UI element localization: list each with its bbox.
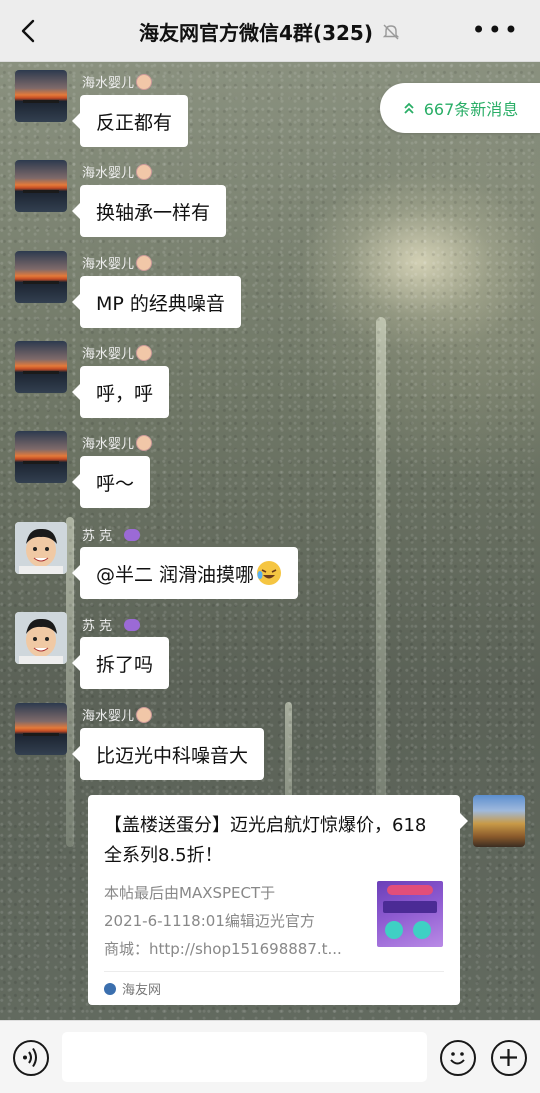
emoji-button[interactable] [440,1040,476,1076]
more-functions-button[interactable] [491,1040,527,1076]
smiley-icon [450,1052,465,1065]
avatar[interactable] [15,703,67,755]
sender-name: 海水婴儿 [82,437,135,452]
link-card-source: 海友网 [122,983,162,998]
baby-face-icon [136,344,153,361]
message-bubble[interactable]: MP 的经典噪音 [72,276,241,328]
more-options-button[interactable]: ••• [472,18,520,42]
plus-icon [500,1049,517,1066]
link-card-desc-line: 本帖最后由MAXSPECT于 [104,884,276,902]
baby-face-icon [136,254,153,271]
message-input[interactable] [62,1032,427,1082]
baby-face-icon [136,163,153,180]
new-messages-button[interactable]: 667条新消息 [380,83,540,133]
message-bubble[interactable]: 呼，呼 [71,366,170,418]
input-bar [0,1020,540,1093]
sender-name: 海水婴儿 [82,709,135,724]
new-messages-label: 667条新消息 [423,100,519,119]
alien-monster-icon [124,528,141,541]
divider [104,971,444,972]
message-bubble[interactable]: @半二 润滑油摸哪 [71,547,299,599]
link-card-desc-line: 商城：http://shop151698887.t... [104,940,342,958]
avatar[interactable] [15,522,67,574]
alien-monster-icon [124,618,141,631]
sender-name: 海水婴儿 [82,257,135,272]
avatar[interactable] [15,160,67,212]
mute-bell-icon [382,24,400,39]
link-card-desc-line: 2021-6-1118:01编辑迈光官方 [104,912,315,930]
link-card[interactable]: 【盖楼送蛋分】迈光启航灯惊爆价，618全系列8.5折！ 本帖最后由MAXSPEC… [88,795,468,1005]
chat-header: 海友网官方微信4群(325) ••• [0,0,540,62]
chat-title: 海友网官方微信4群(325) [139,21,373,45]
message-bubble[interactable]: 换轴承一样有 [71,185,227,237]
baby-face-icon [136,73,153,90]
baby-face-icon [136,706,153,723]
boy-avatar-icon [15,522,67,574]
avatar[interactable] [15,612,67,664]
message-bubble[interactable]: 比迈光中科噪音大 [71,728,265,780]
sender-name: 苏 克 [82,619,113,634]
voice-wave-icon [23,1047,37,1068]
message-text: @半二 润滑油摸哪 [96,563,255,586]
message-bubble[interactable]: 拆了吗 [71,637,170,689]
avatar[interactable] [15,431,67,483]
crying-laughing-emoji-icon [257,561,282,585]
message-bubble[interactable]: 反正都有 [71,95,189,147]
sender-name: 海水婴儿 [82,76,135,91]
double-chevron-up-icon [404,102,414,114]
message-bubble[interactable]: 呼～ [71,456,151,508]
sender-name: 海水婴儿 [82,347,135,362]
avatar[interactable] [15,251,67,303]
boy-avatar-icon [15,612,67,664]
my-avatar[interactable] [473,795,525,847]
voice-input-button[interactable] [13,1040,49,1076]
avatar[interactable] [15,341,67,393]
link-card-thumbnail [377,881,443,947]
source-logo-icon [104,982,116,995]
sender-name: 苏 克 [82,529,113,544]
avatar[interactable] [15,70,67,122]
link-card-description: 本帖最后由MAXSPECT于 2021-6-1118:01编辑迈光官方 商城：h… [104,879,364,963]
link-card-title: 【盖楼送蛋分】迈光启航灯惊爆价，618全系列8.5折！ [104,815,427,866]
sender-name: 海水婴儿 [82,166,135,181]
baby-face-icon [136,434,153,451]
